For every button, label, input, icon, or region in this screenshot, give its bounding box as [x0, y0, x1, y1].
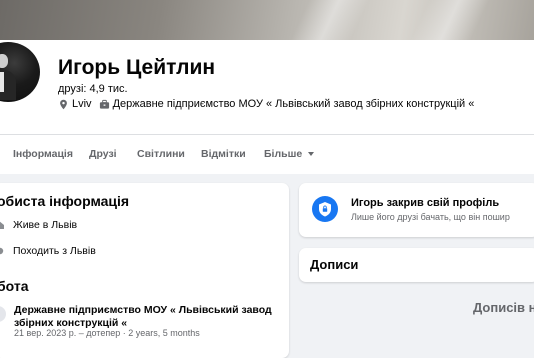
briefcase-icon: [99, 99, 109, 109]
workplace-text[interactable]: Державне підприємство МОУ « Львівський з…: [113, 98, 475, 110]
from-row: Походить з Львів: [0, 245, 96, 257]
personal-info-title: обиста інформація: [0, 193, 130, 209]
cover-detail: [410, 0, 490, 40]
posts-title: Дописи: [310, 257, 359, 272]
avatar-shirt: [0, 72, 4, 92]
tab-info[interactable]: Інформація: [13, 148, 73, 160]
profile-meta: Lviv Державне підприємство МОУ « Львівсь…: [58, 98, 474, 110]
friends-count[interactable]: друзі: 4,9 тис.: [58, 83, 128, 95]
lives-in-text[interactable]: Живе в Львів: [13, 219, 77, 231]
lives-in-row: Живе в Львів: [0, 219, 77, 231]
profile-tabs: Інформація Друзі Світлини Відмітки Більш…: [0, 134, 534, 174]
private-profile-title: Игорь закрив свій профіль: [351, 197, 500, 209]
shield-lock-icon: [312, 196, 338, 222]
avatar-face: [0, 54, 8, 68]
avatar-photo: [0, 42, 40, 102]
employment-dates: 21 вер. 2023 р. – дотепер · 2 years, 5 m…: [14, 328, 200, 338]
tab-photos[interactable]: Світлини: [137, 148, 185, 160]
shield-lock-glyph: [319, 202, 331, 217]
cover-detail: [290, 0, 370, 40]
from-text[interactable]: Походить з Львів: [13, 245, 96, 257]
location-pin-icon: [60, 99, 67, 109]
chevron-down-icon: [308, 152, 315, 156]
profile-header: Игорь Цейтлин друзі: 4,9 тис. Lviv Держа…: [0, 40, 534, 134]
avatar[interactable]: [0, 40, 44, 104]
cover-photo[interactable]: [0, 0, 534, 40]
company-name[interactable]: Державне підприємство МОУ « Львівський з…: [14, 304, 284, 330]
no-posts-message: Дописів н: [473, 300, 534, 315]
location-text[interactable]: Lviv: [72, 98, 92, 110]
location-pin-icon: [0, 247, 4, 255]
private-profile-subtitle: Лише його друзі бачать, що він пошир: [351, 212, 510, 222]
profile-name: Игорь Цейтлин: [58, 56, 216, 79]
tab-more[interactable]: Більше: [264, 148, 315, 160]
tab-friends[interactable]: Друзі: [89, 148, 117, 160]
tab-more-label: Більше: [264, 148, 303, 160]
tab-tags[interactable]: Відмітки: [201, 148, 246, 160]
home-icon: [0, 221, 4, 229]
work-title: бота: [0, 278, 29, 294]
